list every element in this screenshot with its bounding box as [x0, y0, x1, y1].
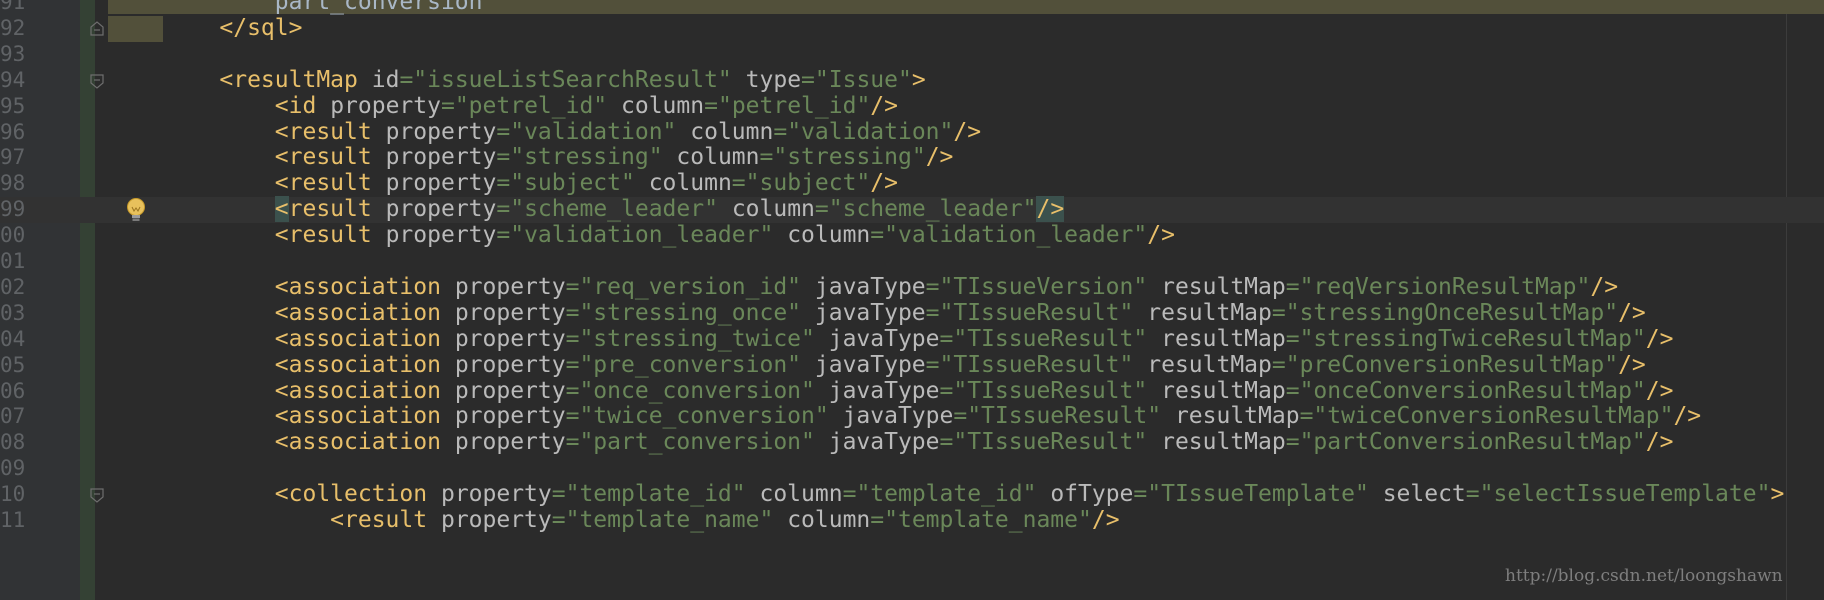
line-number: 08 [0, 430, 26, 455]
code-line[interactable]: 99 <result property="scheme_leader" colu… [0, 196, 1824, 224]
code-text: <association property="req_version_id" j… [274, 273, 1619, 300]
line-number: 05 [0, 352, 26, 377]
line-number: 98 [0, 171, 26, 196]
intention-bulb-icon[interactable] [125, 196, 147, 226]
fold-marker-icon[interactable] [89, 487, 105, 503]
code-text: </sql> [219, 14, 303, 41]
code-line[interactable]: 02 <association property="req_version_id… [0, 273, 1824, 301]
code-line[interactable]: 97 <result property="stressing" column="… [0, 144, 1824, 171]
code-text: <result property="subject" column="subje… [274, 170, 898, 197]
code-text: <association property="stressing_twice" … [274, 325, 1674, 352]
code-line[interactable]: 05 <association property="pre_conversion… [0, 351, 1824, 379]
selection-highlight [108, 15, 163, 42]
code-line[interactable]: 11 <result property="template_name" colu… [0, 507, 1824, 534]
code-line[interactable]: 01 [0, 249, 1824, 275]
line-number: 07 [0, 404, 26, 429]
code-line[interactable]: 94 <resultMap id="issueListSearchResult"… [0, 66, 1824, 94]
code-text: <association property="stressing_once" j… [274, 299, 1646, 326]
line-number: 92 [0, 15, 26, 40]
line-number: 04 [0, 326, 26, 351]
line-number: 11 [0, 508, 26, 532]
code-line[interactable]: 91 part_conversion [0, 0, 1824, 16]
code-text: <association property="twice_conversion"… [274, 403, 1702, 430]
code-line[interactable]: 07 <association property="twice_conversi… [0, 403, 1824, 430]
code-line[interactable]: 10 <collection property="template_id" co… [0, 481, 1824, 508]
line-number: 01 [0, 249, 26, 273]
line-number: 94 [0, 67, 26, 92]
code-text: <id property="petrel_id" column="petrel_… [274, 92, 898, 119]
code-text: <collection property="template_id" colum… [274, 481, 1785, 508]
code-line[interactable]: 92 </sql> [0, 14, 1824, 42]
code-text: <result property="validation_leader" col… [274, 222, 1175, 249]
code-text: <resultMap id="issueListSearchResult" ty… [219, 66, 926, 93]
line-number: 99 [0, 197, 26, 222]
code-text: <result property="template_name" column=… [330, 507, 1120, 533]
code-text: <result property="scheme_leader" column=… [274, 196, 1065, 223]
code-line[interactable]: 95 <id property="petrel_id" column="petr… [0, 92, 1824, 120]
code-text: <association property="pre_conversion" j… [274, 351, 1646, 378]
line-number: 10 [0, 482, 26, 507]
code-line[interactable]: 09 [0, 456, 1824, 482]
line-number: 00 [0, 223, 26, 248]
line-number: 03 [0, 300, 26, 325]
fold-marker-icon[interactable] [89, 21, 105, 37]
code-line[interactable]: 93 [0, 42, 1824, 68]
watermark: http://blog.csdn.net/loongshawn [1505, 566, 1783, 586]
code-line[interactable]: 04 <association property="stressing_twic… [0, 325, 1824, 353]
line-number: 97 [0, 145, 26, 170]
line-number: 93 [0, 41, 26, 66]
fold-marker-icon[interactable] [89, 73, 105, 89]
code-line[interactable]: 00 <result property="validation_leader" … [0, 222, 1824, 249]
code-text: <association property="once_conversion" … [274, 377, 1674, 404]
code-text: <association property="part_conversion" … [274, 429, 1674, 456]
line-number: 95 [0, 93, 26, 118]
code-line[interactable]: 03 <association property="stressing_once… [0, 299, 1824, 327]
code-line[interactable]: 08 <association property="part_conversio… [0, 429, 1824, 456]
line-number: 06 [0, 378, 26, 403]
line-number: 09 [0, 456, 26, 481]
line-number: 96 [0, 119, 26, 144]
line-number: 02 [0, 274, 26, 299]
code-text: part_conversion [164, 0, 483, 15]
line-number: 91 [0, 0, 26, 14]
code-line[interactable]: 98 <result property="subject" column="su… [0, 170, 1824, 197]
code-line[interactable]: 06 <association property="once_conversio… [0, 377, 1824, 405]
code-text: <result property="stressing" column="str… [274, 144, 954, 171]
code-line[interactable]: 96 <result property="validation" column=… [0, 118, 1824, 146]
code-text: <result property="validation" column="va… [274, 118, 982, 145]
